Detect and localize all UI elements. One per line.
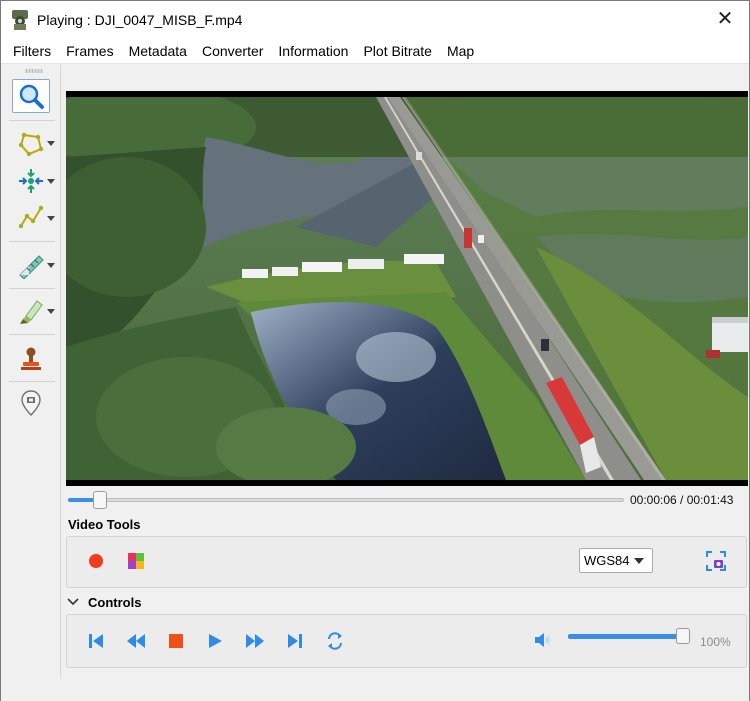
- fast-forward-icon: [246, 634, 264, 648]
- toolbar-separator: [9, 241, 55, 242]
- crs-select-value: WGS84: [584, 553, 630, 568]
- polyline-dropdown-arrow[interactable]: [47, 216, 55, 221]
- ruler-measure-icon: [19, 255, 44, 279]
- color-palette-icon: [128, 553, 144, 569]
- polyline-icon: [18, 205, 44, 229]
- loop-button[interactable]: [322, 628, 348, 654]
- menu-map[interactable]: Map: [441, 40, 480, 62]
- play-button[interactable]: [202, 628, 228, 654]
- status-bar: [1, 677, 749, 701]
- highlighter-tool-button[interactable]: [12, 294, 50, 328]
- zoom-magnifier-icon: [19, 84, 44, 109]
- play-icon: [209, 634, 222, 648]
- location-tool-button[interactable]: [12, 386, 50, 420]
- menu-metadata[interactable]: Metadata: [123, 40, 193, 62]
- seek-track[interactable]: [68, 498, 624, 502]
- toolbar-separator: [9, 381, 55, 382]
- rewind-button[interactable]: [123, 628, 149, 654]
- crosshair-dropdown-arrow[interactable]: [47, 179, 55, 184]
- stop-button[interactable]: [163, 628, 189, 654]
- current-time: 00:00:06: [630, 493, 677, 507]
- video-frame[interactable]: [66, 91, 748, 486]
- menu-converter[interactable]: Converter: [196, 40, 269, 62]
- ruler-tool-button[interactable]: [12, 248, 50, 282]
- time-separator: /: [676, 493, 687, 507]
- crosshair-move-icon: [19, 169, 43, 193]
- aerial-video-image: [66, 97, 748, 480]
- seek-slider[interactable]: [68, 490, 624, 510]
- polygon-icon: [18, 132, 44, 157]
- highlighter-icon: [20, 300, 43, 324]
- toolbar-separator: [9, 288, 55, 289]
- toolbar-separator: [9, 334, 55, 335]
- app-logo-icon: [12, 10, 28, 30]
- toolbar-separator: [9, 120, 55, 121]
- crs-select[interactable]: WGS84: [579, 548, 653, 573]
- volume-icon[interactable]: [533, 631, 553, 649]
- collapse-chevron-icon[interactable]: [67, 597, 79, 607]
- menu-frames[interactable]: Frames: [60, 40, 119, 62]
- menu-plot-bitrate[interactable]: Plot Bitrate: [357, 40, 437, 62]
- menu-bar: Filters Frames Metadata Converter Inform…: [1, 39, 749, 64]
- zoom-tool-button[interactable]: [12, 79, 50, 113]
- stop-icon: [169, 634, 183, 648]
- volume-slider-handle[interactable]: [676, 628, 690, 644]
- screen-capture-icon: [706, 551, 726, 571]
- loop-icon: [328, 632, 342, 650]
- chevron-down-icon: [634, 558, 644, 564]
- title-bar: Playing : DJI_0047_MISB_F.mp4 ✕: [1, 1, 749, 39]
- stamp-tool-button[interactable]: [12, 342, 50, 376]
- skip-start-button[interactable]: [83, 628, 109, 654]
- polyline-tool-button[interactable]: [12, 200, 50, 234]
- player-window: Playing : DJI_0047_MISB_F.mp4 ✕ Filters …: [0, 0, 750, 701]
- crosshair-tool-button[interactable]: [12, 164, 50, 198]
- skip-end-button[interactable]: [282, 628, 308, 654]
- controls-label: Controls: [88, 595, 142, 610]
- volume-percent: 100%: [700, 635, 731, 649]
- total-time: 00:01:43: [686, 493, 734, 507]
- record-button[interactable]: [83, 548, 109, 574]
- window-title: Playing : DJI_0047_MISB_F.mp4: [37, 12, 243, 28]
- color-button[interactable]: [123, 548, 149, 574]
- close-button[interactable]: ✕: [715, 9, 735, 29]
- video-tools-label: Video Tools: [68, 517, 141, 532]
- volume-slider-track[interactable]: [568, 634, 686, 639]
- location-pin-icon: [21, 390, 41, 416]
- capture-button[interactable]: [703, 548, 729, 574]
- polygon-tool-button[interactable]: [12, 127, 50, 161]
- record-icon: [89, 554, 103, 568]
- skip-start-icon: [89, 634, 103, 648]
- polygon-dropdown-arrow[interactable]: [47, 141, 55, 146]
- rewind-icon: [127, 634, 145, 648]
- stamp-icon: [21, 347, 41, 370]
- menu-filters[interactable]: Filters: [7, 40, 57, 62]
- timecode: 00:00:06 / 00:01:43: [630, 493, 733, 507]
- fast-forward-button[interactable]: [242, 628, 268, 654]
- toolbar-grip[interactable]: [25, 69, 43, 73]
- highlighter-dropdown-arrow[interactable]: [47, 309, 55, 314]
- left-toolbar: [1, 65, 61, 677]
- ruler-dropdown-arrow[interactable]: [47, 263, 55, 268]
- seek-handle[interactable]: [93, 491, 107, 509]
- skip-end-icon: [288, 634, 302, 648]
- menu-information[interactable]: Information: [272, 40, 354, 62]
